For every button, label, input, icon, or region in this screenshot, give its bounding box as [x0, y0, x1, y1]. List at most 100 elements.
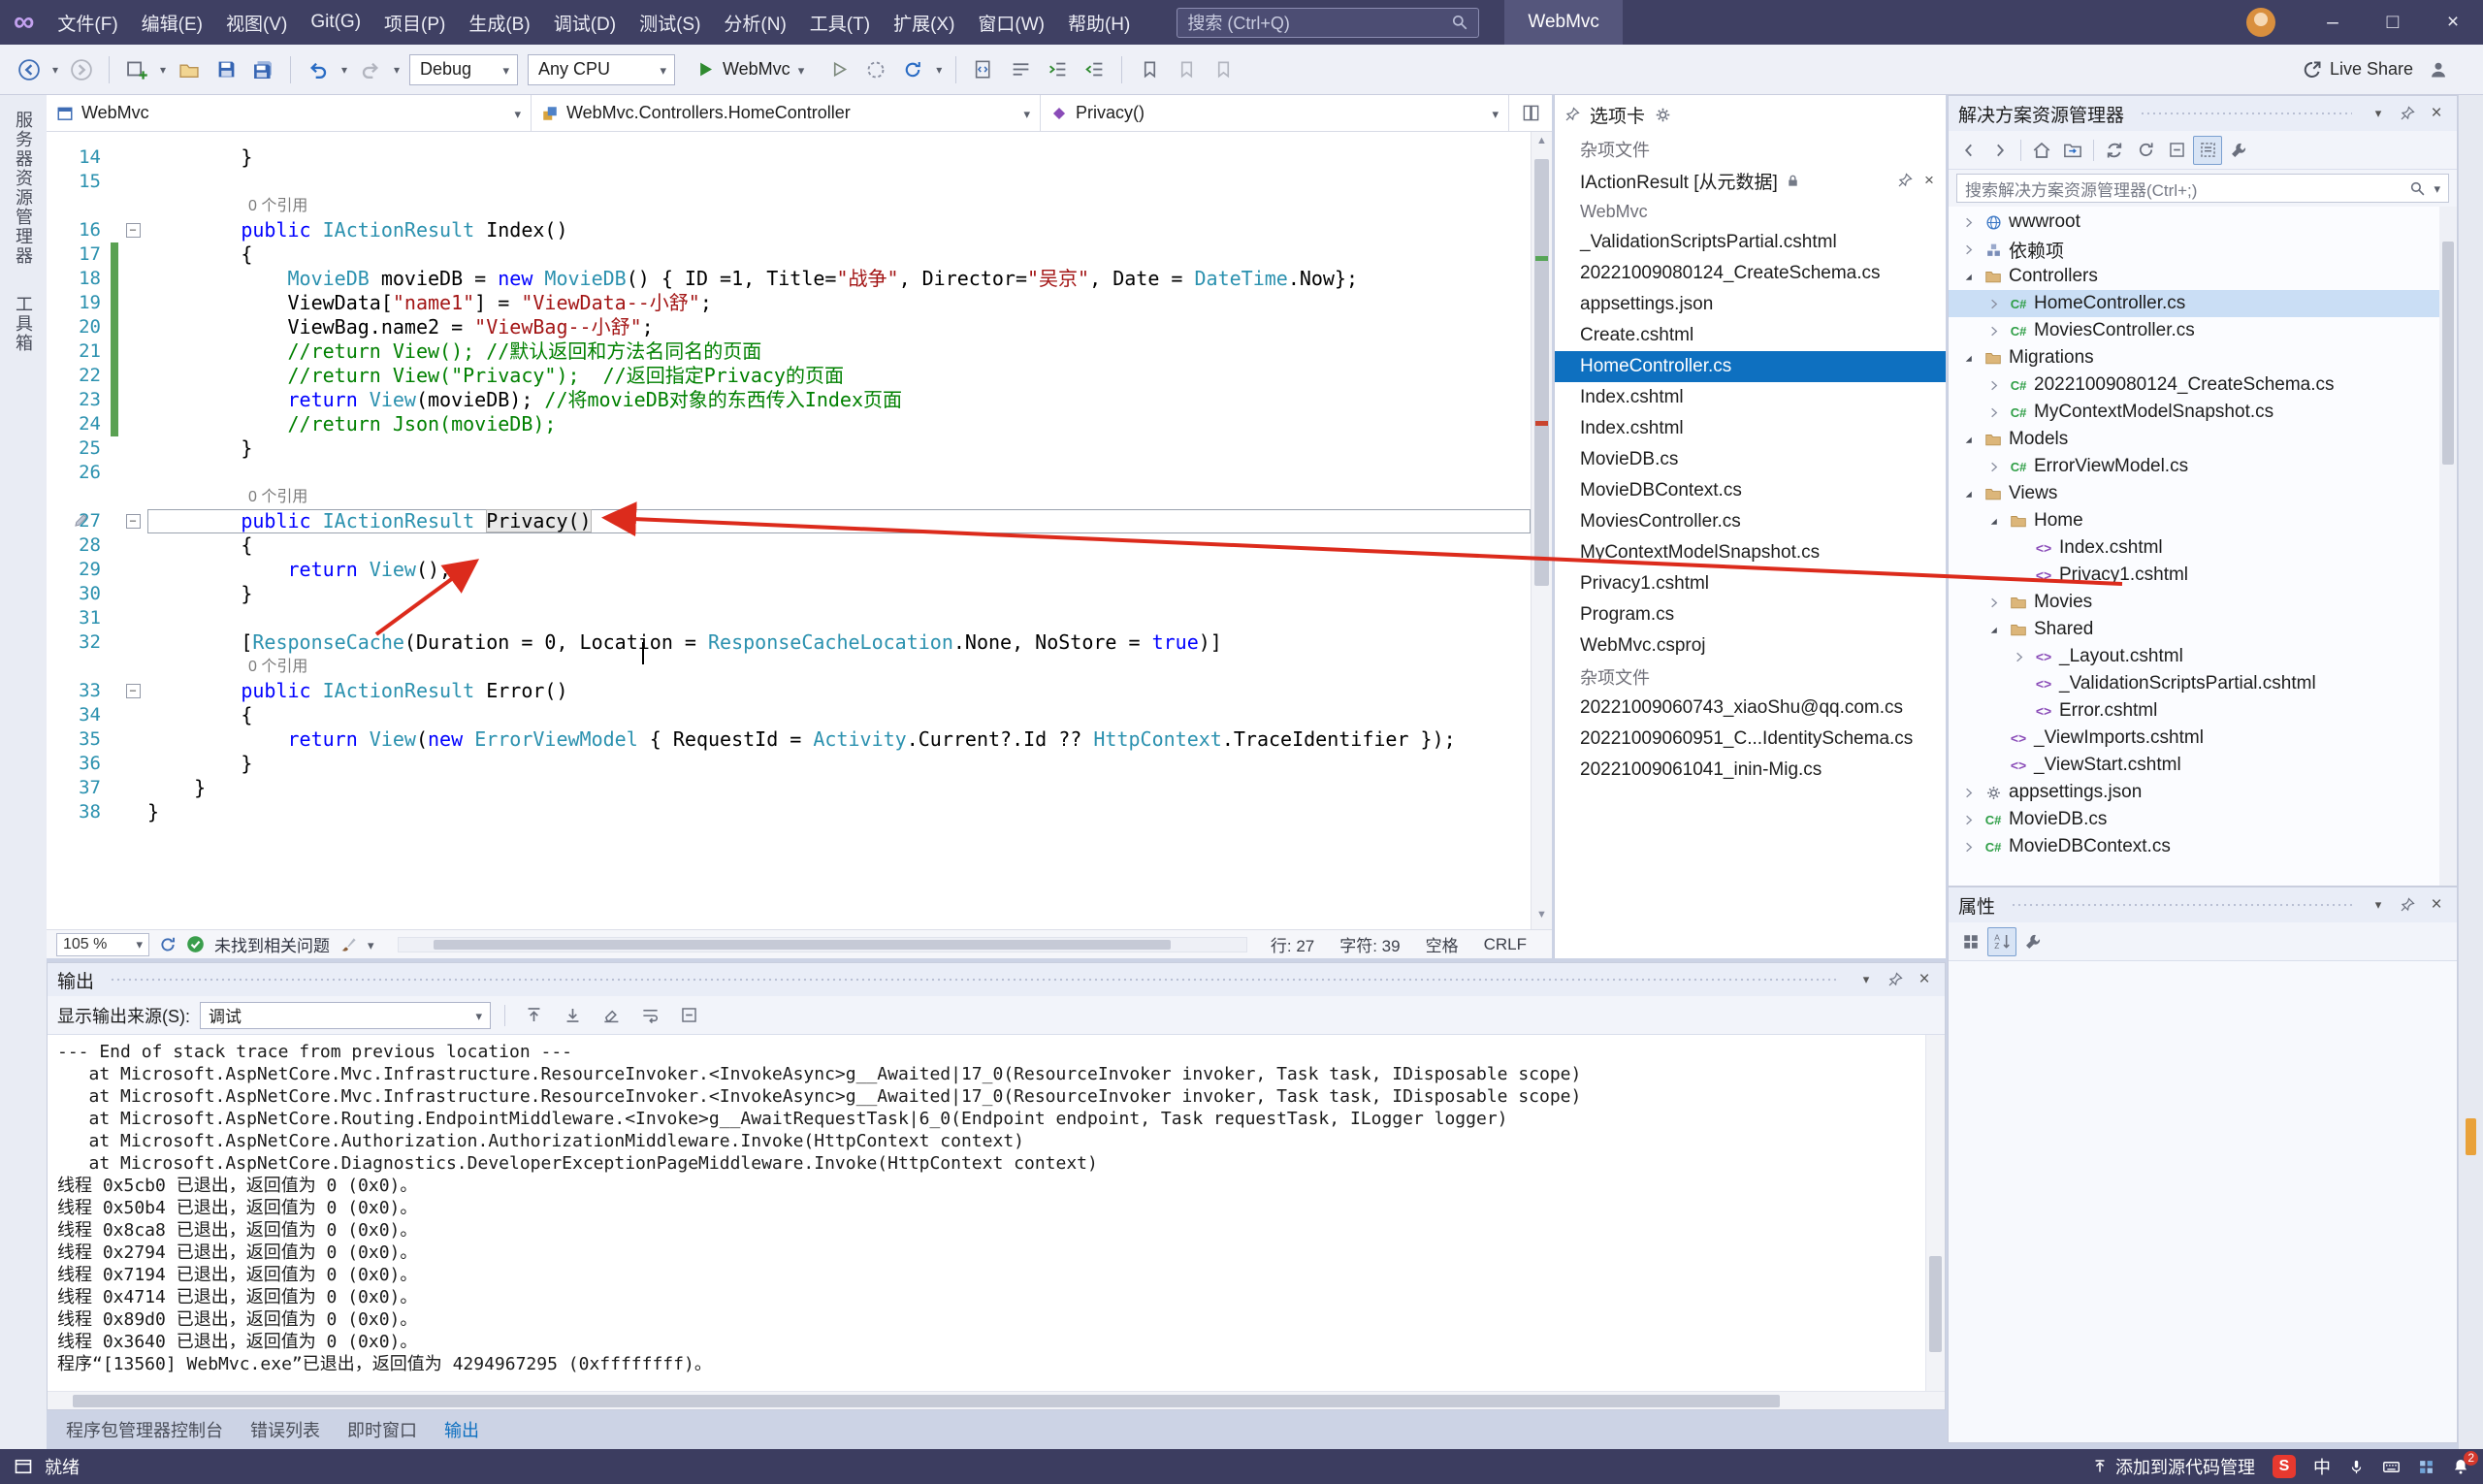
keyboard-icon[interactable]	[2382, 1458, 2401, 1476]
menu-item-11[interactable]: 窗口(W)	[966, 0, 1056, 45]
previous-message-button[interactable]	[519, 1001, 548, 1030]
notifications-button[interactable]: 2	[2452, 1458, 2469, 1475]
properties-button[interactable]	[2224, 136, 2253, 165]
switch-views-button[interactable]	[2058, 136, 2087, 165]
code-line[interactable]: 26	[47, 461, 1531, 485]
alphabetical-button[interactable]: AZ	[1987, 927, 2016, 956]
search-options-dropdown[interactable]	[2434, 178, 2440, 198]
hot-reload-button[interactable]	[895, 52, 930, 87]
code-line[interactable]: 38}	[47, 800, 1531, 824]
toolbox-tab[interactable]: 工具箱	[11, 295, 36, 353]
tab-item[interactable]: _ValidationScriptsPartial.cshtml	[1555, 227, 1946, 258]
tab-item[interactable]: MovieDB.cs	[1555, 444, 1946, 475]
code-line[interactable]: 32 [ResponseCache(Duration = 0, Location…	[47, 630, 1531, 655]
property-pages-button[interactable]	[2018, 927, 2048, 956]
chevron-expanded-icon[interactable]	[1983, 514, 2003, 529]
previous-bookmark-button[interactable]	[1169, 52, 1204, 87]
tab-item[interactable]: HomeController.cs	[1555, 351, 1946, 382]
open-file-button[interactable]	[172, 52, 207, 87]
project-dropdown[interactable]: WebMvc	[47, 95, 532, 131]
code-line[interactable]: 16− public IActionResult Index()	[47, 218, 1531, 242]
tree-item[interactable]: 依赖项	[1949, 236, 2457, 263]
scroll-up-icon[interactable]	[1532, 135, 1552, 152]
code-line[interactable]: 17 {	[47, 242, 1531, 267]
code-line[interactable]: 23 return View(movieDB); //将movieDB对象的东西…	[47, 388, 1531, 412]
tree-item[interactable]: <>_Layout.cshtml	[1949, 643, 2457, 670]
add-to-source-control-button[interactable]: 添加到源代码管理	[2092, 1454, 2255, 1479]
tab-item[interactable]: Index.cshtml	[1555, 413, 1946, 444]
close-icon[interactable]	[2426, 103, 2447, 124]
tree-item[interactable]: Home	[1949, 507, 2457, 534]
tree-item[interactable]: Migrations	[1949, 344, 2457, 371]
menu-item-12[interactable]: 帮助(H)	[1056, 0, 1142, 45]
global-search-box[interactable]: 搜索 (Ctrl+Q)	[1177, 8, 1479, 38]
menu-item-10[interactable]: 扩展(X)	[882, 0, 966, 45]
next-message-button[interactable]	[558, 1001, 587, 1030]
tree-item[interactable]: C#MoviesController.cs	[1949, 317, 2457, 344]
code-cleanup-icon[interactable]	[339, 935, 358, 953]
scrollbar-thumb[interactable]	[1534, 159, 1549, 586]
menu-item-4[interactable]: 项目(P)	[372, 0, 457, 45]
chevron-expanded-icon[interactable]	[1958, 487, 1978, 501]
issues-label[interactable]: 未找到相关问题	[214, 932, 330, 956]
line-operations-button[interactable]	[1003, 52, 1038, 87]
code-line[interactable]: 34 {	[47, 703, 1531, 727]
panel-tab-3[interactable]: 输出	[433, 1411, 491, 1448]
chevron-expanded-icon[interactable]	[1958, 433, 1978, 447]
zoom-select[interactable]: 105 %	[56, 933, 149, 956]
panel-tab-1[interactable]: 错误列表	[239, 1411, 332, 1448]
chevron-right-icon[interactable]	[1958, 840, 1978, 855]
tree-item[interactable]: C#20221009080124_CreateSchema.cs	[1949, 371, 2457, 399]
menu-item-6[interactable]: 调试(D)	[542, 0, 628, 45]
redo-button[interactable]	[353, 52, 388, 87]
code-line[interactable]: 28 {	[47, 533, 1531, 558]
editor-horizontal-scrollbar[interactable]	[398, 937, 1247, 952]
scroll-down-icon[interactable]	[1532, 909, 1552, 926]
tree-item[interactable]: wwwroot	[1949, 209, 2457, 236]
chevron-expanded-icon[interactable]	[1958, 351, 1978, 366]
close-icon[interactable]	[1920, 171, 1938, 190]
tree-item[interactable]: <>_ViewStart.cshtml	[1949, 752, 2457, 779]
home-button[interactable]	[2027, 136, 2056, 165]
undo-dropdown[interactable]	[338, 52, 351, 87]
chevron-right-icon[interactable]	[2009, 650, 2028, 664]
chevron-right-icon[interactable]	[1983, 460, 2003, 474]
window-position-dropdown[interactable]	[1855, 969, 1877, 990]
chevron-right-icon[interactable]	[1983, 596, 2003, 610]
menu-item-0[interactable]: 文件(F)	[46, 0, 129, 45]
sync-with-active-document-button[interactable]	[2100, 136, 2129, 165]
output-horizontal-scrollbar[interactable]	[48, 1391, 1945, 1409]
menu-item-2[interactable]: 视图(V)	[214, 0, 299, 45]
collapse-icon[interactable]: −	[126, 684, 141, 698]
outdent-button[interactable]	[1077, 52, 1112, 87]
output-vertical-scrollbar[interactable]	[1925, 1035, 1945, 1391]
menu-item-1[interactable]: 编辑(E)	[130, 0, 214, 45]
panel-tab-0[interactable]: 程序包管理器控制台	[54, 1411, 235, 1448]
chevron-right-icon[interactable]	[1983, 378, 2003, 393]
redo-dropdown[interactable]	[390, 52, 403, 87]
tree-item[interactable]: <>Index.cshtml	[1949, 534, 2457, 562]
code-line[interactable]: 27− public IActionResult Privacy()	[47, 509, 1531, 533]
tab-item[interactable]: IActionResult [从元数据]	[1555, 165, 1946, 196]
menu-item-3[interactable]: Git(G)	[299, 0, 372, 45]
tab-item[interactable]: 20221009061041_inin-Mig.cs	[1555, 755, 1946, 786]
save-button[interactable]	[209, 52, 243, 87]
solution-platforms-select[interactable]: Any CPU	[528, 54, 675, 85]
code-editor[interactable]: 14 }150 个引用16− public IActionResult Inde…	[47, 132, 1552, 929]
tree-item[interactable]: C#MovieDBContext.cs	[1949, 833, 2457, 860]
code-line[interactable]: 35 return View(new ErrorViewModel { Requ…	[47, 727, 1531, 752]
editor-vertical-scrollbar[interactable]	[1531, 132, 1552, 929]
scrollbar-thumb[interactable]	[2442, 242, 2454, 465]
new-project-dropdown[interactable]	[156, 52, 170, 87]
sync-icon[interactable]	[159, 936, 177, 953]
tree-item[interactable]: <>_ViewImports.cshtml	[1949, 725, 2457, 752]
tab-item[interactable]: Create.cshtml	[1555, 320, 1946, 351]
collapse-icon[interactable]: −	[126, 514, 141, 529]
chevron-right-icon[interactable]	[1958, 215, 1978, 230]
tree-item[interactable]: <>_ValidationScriptsPartial.cshtml	[1949, 670, 2457, 697]
tree-item[interactable]: C#MovieDB.cs	[1949, 806, 2457, 833]
start-debugging-button[interactable]: WebMvc	[687, 53, 814, 86]
tree-item[interactable]: <>Privacy1.cshtml	[1949, 562, 2457, 589]
forward-button[interactable]	[1985, 136, 2015, 165]
tray-icon[interactable]	[2418, 1459, 2435, 1475]
